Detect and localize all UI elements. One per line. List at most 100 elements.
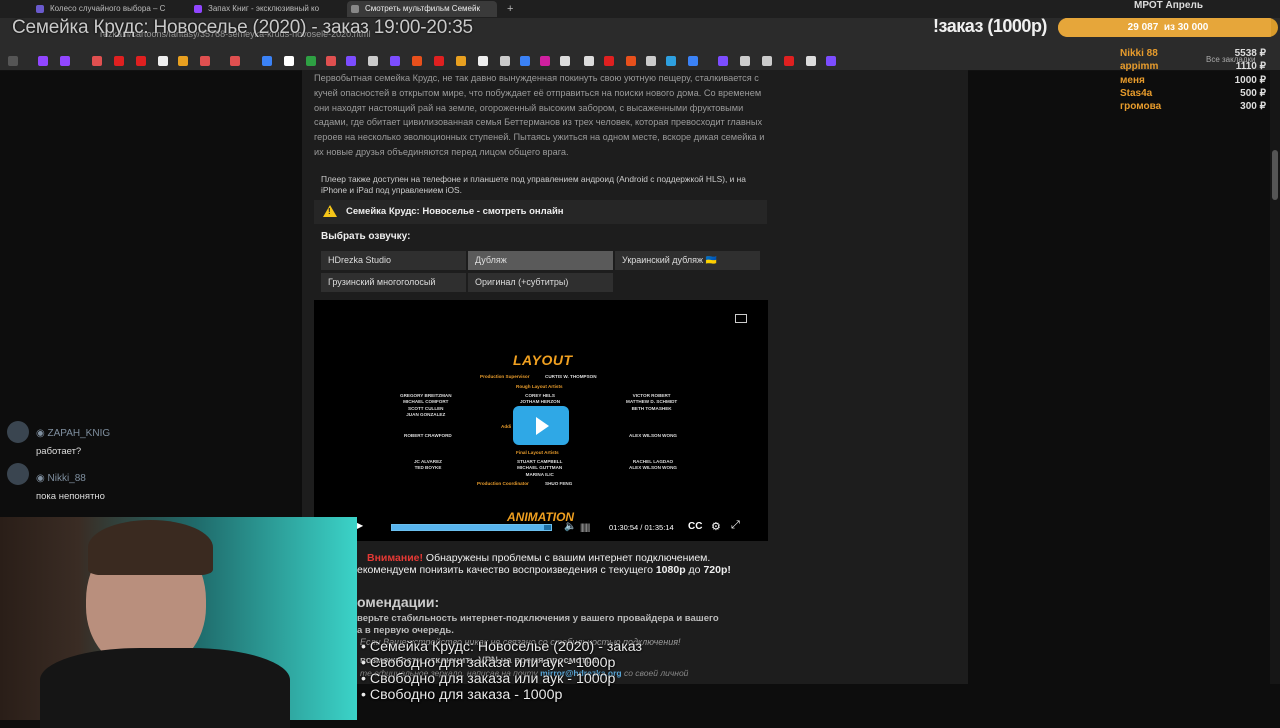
warning-text: Обнаружены проблемы с вашим интернет под… — [422, 552, 711, 564]
volume-slider[interactable]: ||||||| — [580, 522, 590, 532]
credits-names: SHUO FENG — [545, 481, 573, 486]
queue-item: • Свободно для заказа - 1000р — [361, 687, 563, 703]
queue-item: • Семейка Крудс: Новоселье (2020) - зака… — [361, 639, 643, 655]
bookmark-icon[interactable] — [520, 56, 530, 66]
bookmark-icon[interactable] — [230, 56, 240, 66]
credits-names: VICTOR ROBERT MATTHEW D. SCHMIDT BETH TO… — [626, 393, 678, 411]
bookmark-mail-icon[interactable] — [178, 56, 188, 66]
bookmark-icon[interactable] — [784, 56, 794, 66]
credits-names: ALEX WILSON WONG — [629, 433, 677, 438]
donor-name: appimm — [1120, 61, 1159, 72]
credits-heading: Final Layout Artists — [516, 450, 559, 455]
bookmark-icon[interactable] — [262, 56, 272, 66]
new-tab-button[interactable]: + — [503, 1, 521, 17]
suggested-quality: 720p — [703, 564, 728, 576]
bookmark-icon[interactable] — [412, 56, 422, 66]
volume-icon[interactable]: 🔈 — [564, 521, 576, 532]
tab-wheel[interactable]: Колесо случайного выбора – С — [32, 1, 182, 17]
credits-names: GREGORY BREITZMAN MICHAEL COMFORT SCOTT … — [400, 393, 452, 417]
bookmark-icon[interactable] — [500, 56, 510, 66]
credits-title: LAYOUT — [513, 352, 573, 368]
donor-amount: 1110 ₽ — [1235, 61, 1266, 72]
bookmark-icon[interactable] — [626, 56, 636, 66]
voice-ukrainian-dubbing[interactable]: Украинский дубляж 🇺🇦 — [615, 251, 760, 270]
recommendations-heading: омендации: — [357, 594, 440, 610]
voice-original[interactable]: Оригинал (+субтитры) — [468, 273, 613, 292]
bookmark-icon[interactable] — [604, 56, 614, 66]
bookmark-twitch-icon[interactable] — [38, 56, 48, 66]
chat-message: работает? — [36, 446, 82, 457]
voice-georgian[interactable]: Грузинский многоголосый — [321, 273, 466, 292]
recommendation-1: верьте стабильность интернет-подключения… — [357, 613, 719, 636]
bookmark-icon[interactable] — [688, 56, 698, 66]
apps-icon[interactable] — [8, 56, 18, 66]
voice-label: Выбрать озвучку: — [321, 231, 411, 242]
bookmark-icon[interactable] — [368, 56, 378, 66]
bookmark-icon[interactable] — [326, 56, 336, 66]
tab-label: Колесо случайного выбора – С — [50, 4, 166, 13]
bookmark-icon[interactable] — [456, 56, 466, 66]
bookmark-icon[interactable] — [718, 56, 728, 66]
fullscreen-icon[interactable]: ⤢ — [731, 519, 740, 532]
credits-names: COREY HELS JOTHAM HERZON — [520, 393, 561, 405]
bookmark-icon[interactable] — [390, 56, 400, 66]
movie-description: Первобытная семейка Крудс, не так давно … — [314, 73, 765, 157]
credits-names: STUART CAMPBELL MICHAEL GUTTMAN MARINA I… — [517, 459, 563, 477]
pip-icon[interactable] — [735, 314, 747, 323]
donor-name: Nikki 88 — [1120, 48, 1158, 59]
scrollbar-thumb[interactable] — [1272, 150, 1278, 200]
bookmark-youtube-icon[interactable] — [136, 56, 146, 66]
bookmark-twitch-icon[interactable] — [60, 56, 70, 66]
donor-amount: 300 ₽ — [1240, 101, 1266, 112]
tab-label: Запах Книг - эксклюзивный ко — [208, 4, 320, 13]
credits-names: RACHEL LAGDAO ALEX WILSON WONG — [629, 459, 677, 471]
bookmark-icon[interactable] — [762, 56, 772, 66]
donor-name: Stas4a — [1120, 88, 1153, 99]
tab-favicon-icon — [351, 5, 359, 13]
goal-progress-text: 29 087 из 30 000 — [1127, 22, 1209, 33]
bookmark-telegram-icon[interactable] — [666, 56, 676, 66]
gear-icon[interactable]: ⚙ — [711, 520, 721, 533]
bookmark-youtube-icon[interactable] — [114, 56, 124, 66]
subtitles-button[interactable]: CC — [688, 521, 702, 532]
bookmark-icon[interactable] — [540, 56, 550, 66]
bookmarks-bar — [0, 52, 1280, 71]
bookmark-icon[interactable] — [306, 56, 316, 66]
tab-label: Смотреть мультфильм Семейк — [365, 4, 480, 13]
bookmark-icon[interactable] — [200, 56, 210, 66]
player-note: Плеер также доступен на телефоне и планш… — [321, 174, 746, 195]
goal-title: МРОТ Апрель — [1134, 0, 1203, 11]
bookmark-icon[interactable] — [740, 56, 750, 66]
seek-bar[interactable] — [391, 524, 552, 531]
bookmark-icon[interactable] — [346, 56, 356, 66]
tab-twitch[interactable]: Запах Книг - эксклюзивный ко — [190, 1, 340, 17]
quality-warning: екомендуем понизить качество воспроизвед… — [357, 564, 731, 576]
avatar — [7, 463, 29, 485]
bookmark-icon[interactable] — [560, 56, 570, 66]
voice-hdrezka-studio[interactable]: HDrezka Studio — [321, 251, 466, 270]
voice-dubbing[interactable]: Дубляж — [468, 251, 613, 270]
bookmark-icon[interactable] — [434, 56, 444, 66]
donor-amount: 5538 ₽ — [1234, 48, 1266, 59]
play-icon — [536, 417, 549, 435]
tab-rezka[interactable]: Смотреть мультфильм Семейк — [347, 1, 497, 17]
stream-order-title: Семейка Крудс: Новоселье (2020) - заказ … — [12, 17, 473, 38]
bookmark-icon[interactable] — [284, 56, 294, 66]
donor-name: громова — [1120, 101, 1162, 112]
credits-names: ROBERT CRAWFORD — [404, 433, 452, 438]
warning-attention: Внимание! — [367, 552, 423, 564]
warning-text: ! — [727, 564, 731, 576]
donation-goal-bar: 29 087 из 30 000 — [1058, 18, 1278, 37]
bookmark-icon[interactable] — [646, 56, 656, 66]
order-price-label: !заказ (1000р) — [933, 16, 1047, 36]
tab-list-button[interactable]: ⌄ — [2, 1, 20, 17]
bookmark-icon[interactable] — [806, 56, 816, 66]
play-pause-icon[interactable]: ▶ — [357, 521, 363, 530]
bookmark-icon[interactable] — [92, 56, 102, 66]
bookmark-icon[interactable] — [478, 56, 488, 66]
seek-progress — [392, 525, 544, 530]
bookmark-icon[interactable] — [158, 56, 168, 66]
bookmark-icon[interactable] — [584, 56, 594, 66]
bookmark-icon[interactable] — [826, 56, 836, 66]
credits-names: JC ALVAREZ TED BOYKE — [414, 459, 442, 471]
